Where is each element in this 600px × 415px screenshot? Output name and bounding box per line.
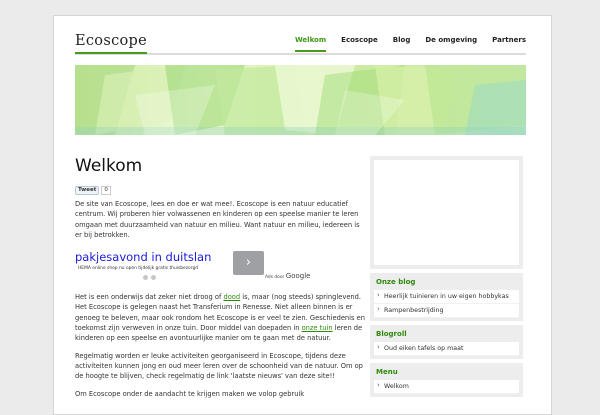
widget-title-blogroll: Blogroll	[376, 330, 407, 338]
page-title: Welkom	[75, 156, 143, 176]
tweet-widget: Tweet 0	[75, 186, 111, 195]
blog-list: Heerlijk tuinieren in uw eigen hobbykas …	[374, 290, 519, 318]
tweet-button[interactable]: Tweet	[75, 186, 100, 195]
ad-next-button[interactable]: ›	[233, 251, 264, 276]
para2-text-1: Het is een onderwijs dat zeker niet droo…	[75, 293, 224, 302]
ad-title-link[interactable]: pakjesavond in duitslan	[75, 250, 211, 264]
menu-item[interactable]: Welkom	[374, 380, 519, 394]
widget-menu: Menu Welkom	[370, 363, 523, 397]
dood-link[interactable]: dood	[223, 293, 240, 301]
body-paragraph-2: Het is een onderwijs dat zeker niet droo…	[75, 292, 365, 343]
onze-tuin-link[interactable]: onze tuin	[302, 324, 333, 332]
site-header: Ecoscope Welkom Ecoscope Blog De omgevin…	[75, 33, 526, 55]
ad-dot[interactable]	[143, 275, 148, 281]
blogroll-item[interactable]: Oud eiken tafels op maat	[374, 342, 519, 356]
body-paragraph-4: Om Ecoscope onder de aandacht te krijgen…	[75, 389, 305, 398]
blog-item[interactable]: Heerlijk tuinieren in uw eigen hobbykas	[374, 290, 519, 304]
sidebar-ad-area	[374, 160, 519, 265]
nav-item-ecoscope[interactable]: Ecoscope	[341, 36, 378, 44]
widget-title-onze-blog: Onze blog	[376, 278, 416, 286]
banner-graphic	[75, 65, 526, 135]
ads-by-google[interactable]: Ads door Google	[265, 272, 310, 280]
widget-onze-blog: Onze blog Heerlijk tuinieren in uw eigen…	[370, 273, 523, 321]
blog-item[interactable]: Rampenbestrijding	[374, 304, 519, 318]
header-banner-image	[75, 65, 526, 135]
nav-item-partners[interactable]: Partners	[492, 36, 526, 44]
ad-dot[interactable]	[151, 275, 156, 281]
site-logo[interactable]: Ecoscope	[75, 33, 147, 54]
ad-subtitle: HEMA online shop nu open tijdelijk grati…	[78, 266, 199, 272]
intro-paragraph: De site van Ecoscope, lees en doe er wat…	[75, 200, 360, 239]
sidebar-ad-box	[370, 156, 523, 269]
nav-item-de-omgeving[interactable]: De omgeving	[425, 36, 477, 44]
main-content: Welkom Tweet 0 De site van Ecoscope, lee…	[75, 156, 365, 399]
page-frame: Ecoscope Welkom Ecoscope Blog De omgevin…	[53, 15, 552, 415]
nav-item-blog[interactable]: Blog	[393, 36, 411, 44]
blogroll-list: Oud eiken tafels op maat	[374, 342, 519, 356]
widget-blogroll: Blogroll Oud eiken tafels op maat	[370, 325, 523, 359]
google-label: Google	[285, 272, 311, 281]
main-nav: Welkom Ecoscope Blog De omgeving Partner…	[280, 36, 526, 52]
sidebar: Onze blog Heerlijk tuinieren in uw eigen…	[370, 156, 523, 397]
menu-list: Welkom	[374, 380, 519, 394]
ad-unit: pakjesavond in duitslan HEMA online shop…	[75, 250, 365, 288]
tweet-count: 0	[101, 186, 111, 195]
ads-by-label: Ads door	[265, 275, 285, 281]
widget-title-menu: Menu	[376, 368, 398, 376]
body-paragraph-3: Regelmatig worden er leuke activiteiten …	[75, 351, 363, 381]
nav-item-welkom[interactable]: Welkom	[294, 36, 327, 52]
ad-pagination	[143, 275, 156, 281]
